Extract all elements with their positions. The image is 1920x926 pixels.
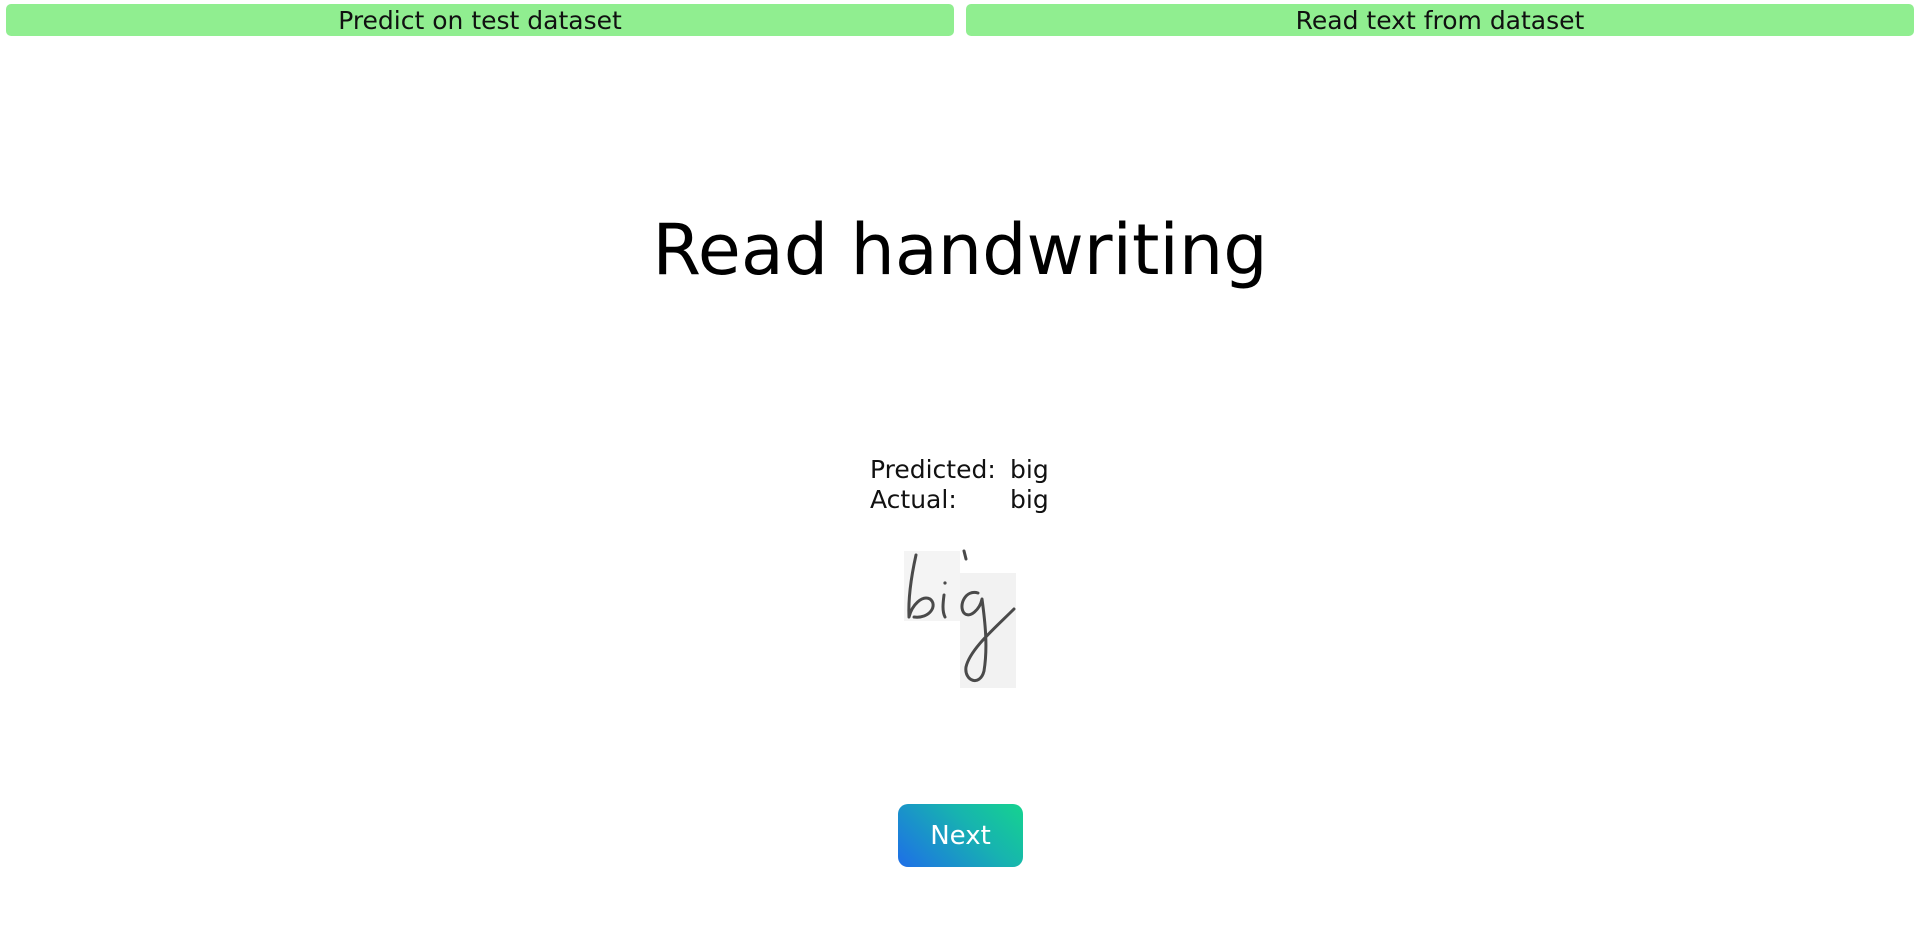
handwriting-sample-image <box>904 549 1016 688</box>
prediction-result: Predicted: big Actual: big <box>870 455 1049 515</box>
actual-value: big <box>1010 485 1049 514</box>
predicted-value: big <box>1010 455 1049 484</box>
next-button[interactable]: Next <box>898 804 1023 867</box>
actual-label: Actual: <box>870 485 957 514</box>
actual-row: Actual: big <box>870 485 1049 515</box>
page-title: Read handwriting <box>652 209 1268 291</box>
top-nav: Predict on test dataset Read text from d… <box>6 4 1914 36</box>
predict-test-dataset-button[interactable]: Predict on test dataset <box>6 4 954 36</box>
read-text-dataset-button[interactable]: Read text from dataset <box>966 4 1914 36</box>
predicted-row: Predicted: big <box>870 455 1049 485</box>
predicted-label: Predicted: <box>870 455 996 484</box>
